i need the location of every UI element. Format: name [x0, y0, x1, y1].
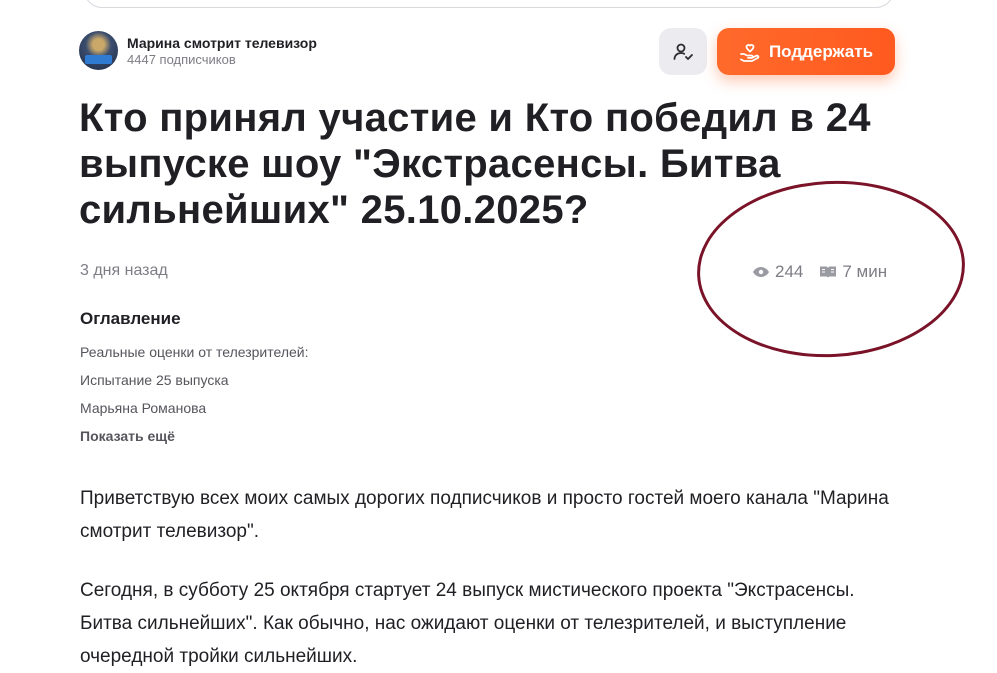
subscribe-button[interactable] [659, 28, 707, 75]
toc-show-more-link[interactable]: Показать ещё [80, 422, 309, 450]
avatar-image-detail [85, 55, 112, 64]
support-button-label: Поддержать [768, 41, 874, 61]
channel-info: Марина смотрит телевизор 4447 подписчико… [127, 34, 317, 68]
person-check-icon [672, 41, 694, 63]
subscriber-count: 4447 подписчиков [127, 51, 236, 67]
channel-header[interactable]: Марина смотрит телевизор 4447 подписчико… [79, 31, 317, 70]
hand-heart-icon [739, 42, 761, 62]
article-paragraph: Приветствую всех моих самых дорогих подп… [80, 488, 889, 542]
support-button[interactable]: Поддержать [717, 28, 895, 75]
toc-item[interactable]: Испытание 25 выпуска [80, 366, 309, 394]
channel-avatar[interactable] [79, 31, 118, 70]
toc-title: Оглавление [80, 309, 181, 328]
top-banner-edge [84, 0, 894, 8]
toc-item[interactable]: Марьяна Романова [80, 394, 309, 422]
table-of-contents: Оглавление Реальные оценки от телезрител… [80, 309, 309, 450]
channel-name[interactable]: Марина смотрит телевизор [127, 34, 317, 52]
article-paragraph: Сегодня, в субботу 25 октября стартует 2… [80, 580, 855, 667]
toc-item[interactable]: Реальные оценки от телезрителей: [80, 338, 309, 366]
publish-date: 3 дня назад [80, 262, 168, 279]
